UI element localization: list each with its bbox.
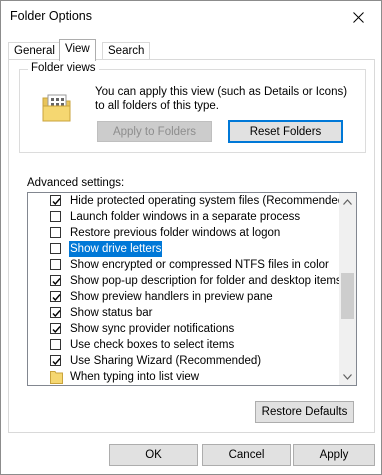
folder-views-icon	[42, 94, 71, 122]
checkmark-icon	[52, 294, 61, 302]
list-item[interactable]: Show status bar	[28, 305, 339, 321]
reset-folders-button[interactable]: Reset Folders	[228, 120, 343, 143]
folder-options-window: Folder Options General View Search Folde…	[0, 0, 382, 475]
checkmark-icon	[52, 278, 61, 286]
list-item-label: Launch folder windows in a separate proc…	[70, 211, 301, 223]
checkbox[interactable]	[50, 243, 61, 254]
checkbox[interactable]	[50, 275, 61, 286]
checkmark-icon	[52, 326, 61, 334]
list-item[interactable]: Show drive letters	[28, 241, 339, 257]
close-button[interactable]	[335, 1, 381, 33]
apply-button[interactable]: Apply	[293, 444, 375, 466]
list-item[interactable]: Show encrypted or compressed NTFS files …	[28, 257, 339, 273]
checkbox[interactable]	[50, 227, 61, 238]
list-item-label: Use Sharing Wizard (Recommended)	[70, 355, 262, 367]
advanced-settings-list[interactable]: Hide protected operating system files (R…	[27, 192, 357, 386]
list-scrollbar[interactable]	[339, 193, 356, 385]
folder-views-group: Folder views You can apply this view (su…	[19, 62, 366, 153]
scroll-thumb[interactable]	[341, 273, 354, 319]
list-item-label: Show drive letters	[69, 241, 163, 257]
ok-button[interactable]: OK	[109, 444, 198, 466]
advanced-settings-items: Hide protected operating system files (R…	[28, 193, 348, 385]
list-item-label: Show status bar	[70, 307, 153, 319]
tab-strip: General View Search	[8, 39, 374, 61]
list-item[interactable]: When typing into list view	[28, 369, 339, 385]
list-item-label: Show preview handlers in preview pane	[70, 291, 273, 303]
list-item[interactable]: Use check boxes to select items	[28, 337, 339, 353]
checkbox[interactable]	[50, 307, 61, 318]
checkmark-icon	[52, 310, 61, 318]
checkbox[interactable]	[50, 355, 61, 366]
list-item[interactable]: Hide protected operating system files (R…	[28, 193, 348, 209]
list-item-label: When typing into list view	[70, 371, 200, 383]
list-item[interactable]: Show sync provider notifications	[28, 321, 339, 337]
checkbox[interactable]	[50, 195, 61, 206]
close-icon	[352, 11, 364, 23]
folder-views-description: You can apply this view (such as Details…	[95, 86, 348, 112]
list-item-label: Hide protected operating system files (R…	[70, 195, 349, 207]
list-item-label: Use check boxes to select items	[70, 339, 235, 351]
list-item[interactable]: Show pop-up description for folder and d…	[28, 273, 342, 289]
list-item-label: Show sync provider notifications	[70, 323, 235, 335]
list-item-label: Show encrypted or compressed NTFS files …	[70, 259, 329, 271]
list-item-label: Restore previous folder windows at logon	[70, 227, 281, 239]
list-item[interactable]: Launch folder windows in a separate proc…	[28, 209, 339, 225]
folder-views-label: Folder views	[28, 62, 99, 74]
tab-search[interactable]: Search	[102, 42, 151, 60]
tab-view[interactable]: View	[59, 39, 96, 61]
chevron-up-icon	[343, 198, 352, 205]
checkbox[interactable]	[50, 291, 61, 302]
list-item-label: Show pop-up description for folder and d…	[70, 275, 342, 287]
tab-general[interactable]: General	[8, 42, 61, 60]
checkbox[interactable]	[50, 339, 61, 350]
apply-to-folders-button[interactable]: Apply to Folders	[97, 121, 212, 142]
list-item[interactable]: Show preview handlers in preview pane	[28, 289, 339, 305]
scroll-down-button[interactable]	[339, 368, 356, 385]
checkmark-icon	[52, 358, 61, 366]
checkbox[interactable]	[50, 323, 61, 334]
window-title: Folder Options	[10, 9, 92, 23]
checkbox[interactable]	[50, 259, 61, 270]
advanced-settings-label: Advanced settings:	[27, 177, 125, 189]
checkbox[interactable]	[50, 211, 61, 222]
list-item[interactable]: Restore previous folder windows at logon	[28, 225, 339, 241]
title-bar: Folder Options	[1, 1, 381, 33]
cancel-button[interactable]: Cancel	[202, 444, 291, 466]
scroll-up-button[interactable]	[339, 193, 356, 210]
chevron-down-icon	[343, 373, 352, 380]
list-item[interactable]: Use Sharing Wizard (Recommended)	[28, 353, 339, 369]
checkmark-icon	[52, 198, 61, 206]
restore-defaults-button[interactable]: Restore Defaults	[255, 401, 354, 423]
folder-icon	[50, 371, 63, 384]
